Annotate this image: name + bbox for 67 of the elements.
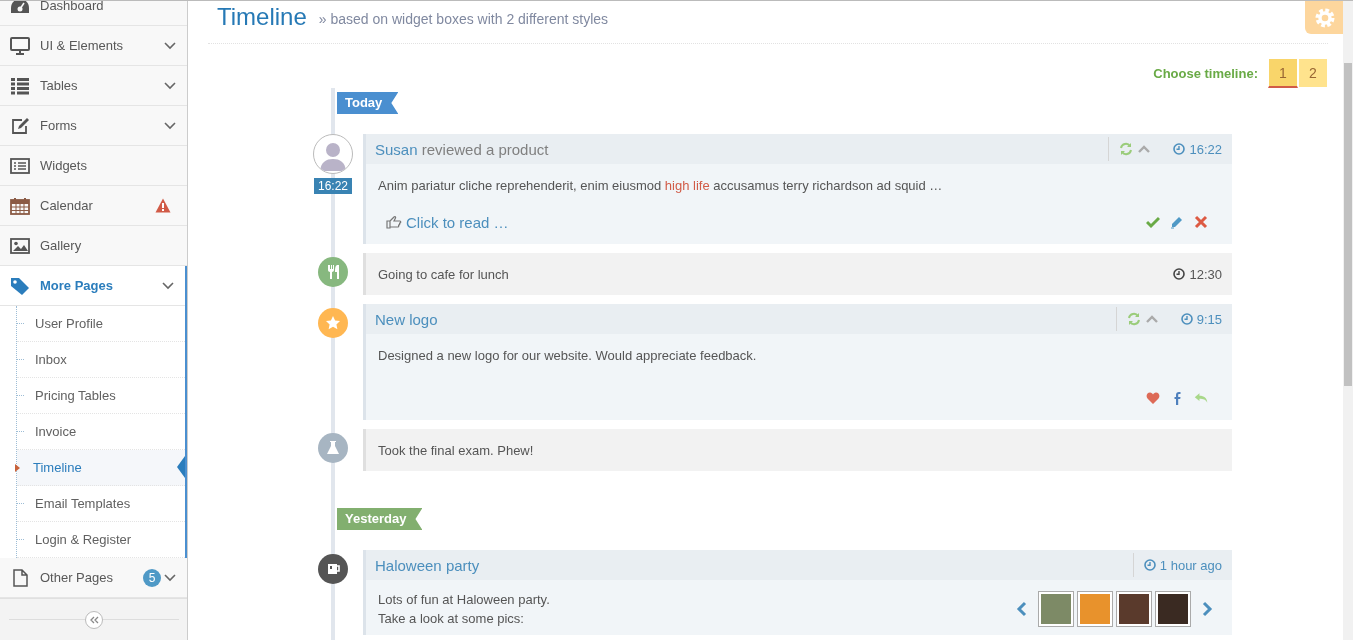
clock-icon bbox=[1173, 268, 1186, 280]
check-icon[interactable] bbox=[1146, 215, 1160, 229]
timestamp: 16:22 bbox=[1189, 141, 1222, 157]
dashboard-icon bbox=[10, 1, 30, 15]
photo-placeholder[interactable] bbox=[1155, 591, 1191, 627]
double-chevron-icon bbox=[88, 615, 99, 624]
monitor-icon bbox=[10, 36, 30, 55]
chevron-left-icon[interactable] bbox=[1015, 601, 1029, 617]
card-title: New logo bbox=[375, 310, 438, 328]
nav-subitem[interactable]: Inbox bbox=[17, 342, 185, 378]
nav-item[interactable]: Widgets bbox=[0, 146, 187, 186]
page-icon bbox=[10, 568, 30, 587]
nav-item[interactable]: Calendar bbox=[0, 186, 187, 226]
clock-icon bbox=[1143, 559, 1156, 571]
refresh-icon[interactable] bbox=[1119, 142, 1134, 156]
nav-item[interactable]: Other Pages 5 bbox=[0, 558, 187, 598]
nav-subitem[interactable]: Pricing Tables bbox=[17, 378, 185, 414]
page-title: Timeline bbox=[217, 3, 307, 31]
chevron-right-icon[interactable] bbox=[1200, 601, 1214, 617]
timeline-option-button[interactable]: 1 bbox=[1268, 58, 1298, 88]
switch-label: Choose timeline: bbox=[1153, 65, 1258, 81]
nav-item[interactable]: Dashboard bbox=[0, 1, 187, 26]
pencil-icon[interactable] bbox=[1170, 215, 1184, 229]
calendar-icon bbox=[10, 196, 30, 215]
clock-icon bbox=[1173, 143, 1186, 155]
timeline-option-button[interactable]: 2 bbox=[1298, 58, 1328, 88]
card-text: Going to cafe for lunch bbox=[378, 266, 509, 282]
card-text: Anim pariatur cliche reprehenderit, enim eiusmod high life accusamus terry richardson ad squid … bbox=[378, 177, 944, 195]
widget-icon bbox=[10, 156, 30, 175]
photo-placeholder[interactable] bbox=[1116, 591, 1152, 627]
collapse-button[interactable] bbox=[84, 610, 103, 629]
nav-subitem[interactable]: Email Templates bbox=[17, 486, 185, 522]
date-label: Yesterday bbox=[337, 508, 423, 530]
heart-icon[interactable] bbox=[1146, 391, 1160, 405]
nav-item[interactable]: More Pages bbox=[0, 266, 185, 306]
scrollbar[interactable] bbox=[1343, 1, 1353, 640]
caret-icon bbox=[15, 463, 20, 472]
card-title: Haloween party bbox=[375, 556, 480, 574]
timestamp: 1 hour ago bbox=[1159, 557, 1222, 573]
card-text: Took the final exam. Phew! bbox=[378, 442, 534, 458]
page-subtitle: » based on widget boxes with 2 different styles bbox=[318, 10, 609, 29]
date-label: Today bbox=[337, 92, 399, 114]
timestamp: 9:15 bbox=[1196, 311, 1222, 327]
close-icon[interactable] bbox=[1194, 215, 1208, 229]
card-text: Designed a new logo for our website. Would appreciate feedback. bbox=[378, 347, 758, 365]
card-title: Susan reviewed a product bbox=[375, 140, 549, 158]
card-text: Lots of fun at Haloween party. bbox=[378, 591, 550, 609]
reply-icon[interactable] bbox=[1194, 391, 1208, 405]
nav-item[interactable]: Tables bbox=[0, 66, 187, 106]
card-text: Take a look at some pics: bbox=[378, 610, 525, 628]
settings-icon bbox=[1315, 7, 1335, 28]
hand-icon bbox=[386, 215, 402, 229]
pointer-icon bbox=[177, 456, 185, 478]
timestamp: 12:30 bbox=[1189, 266, 1222, 282]
picture-icon bbox=[10, 236, 30, 255]
nav-subitem[interactable]: Timeline bbox=[17, 450, 185, 486]
nav-item[interactable]: Forms bbox=[0, 106, 187, 146]
clock-icon bbox=[1180, 313, 1193, 325]
list-icon bbox=[10, 76, 30, 95]
edit-icon bbox=[10, 116, 30, 135]
tag-icon bbox=[10, 276, 30, 295]
nav-item[interactable]: UI & Elements bbox=[0, 26, 187, 66]
time-badge: 16:22 bbox=[314, 178, 352, 194]
nav-item[interactable]: Gallery bbox=[0, 226, 187, 266]
nav-subitem[interactable]: User Profile bbox=[17, 306, 185, 342]
count-badge: 5 bbox=[143, 568, 161, 587]
refresh-icon[interactable] bbox=[1126, 312, 1141, 326]
